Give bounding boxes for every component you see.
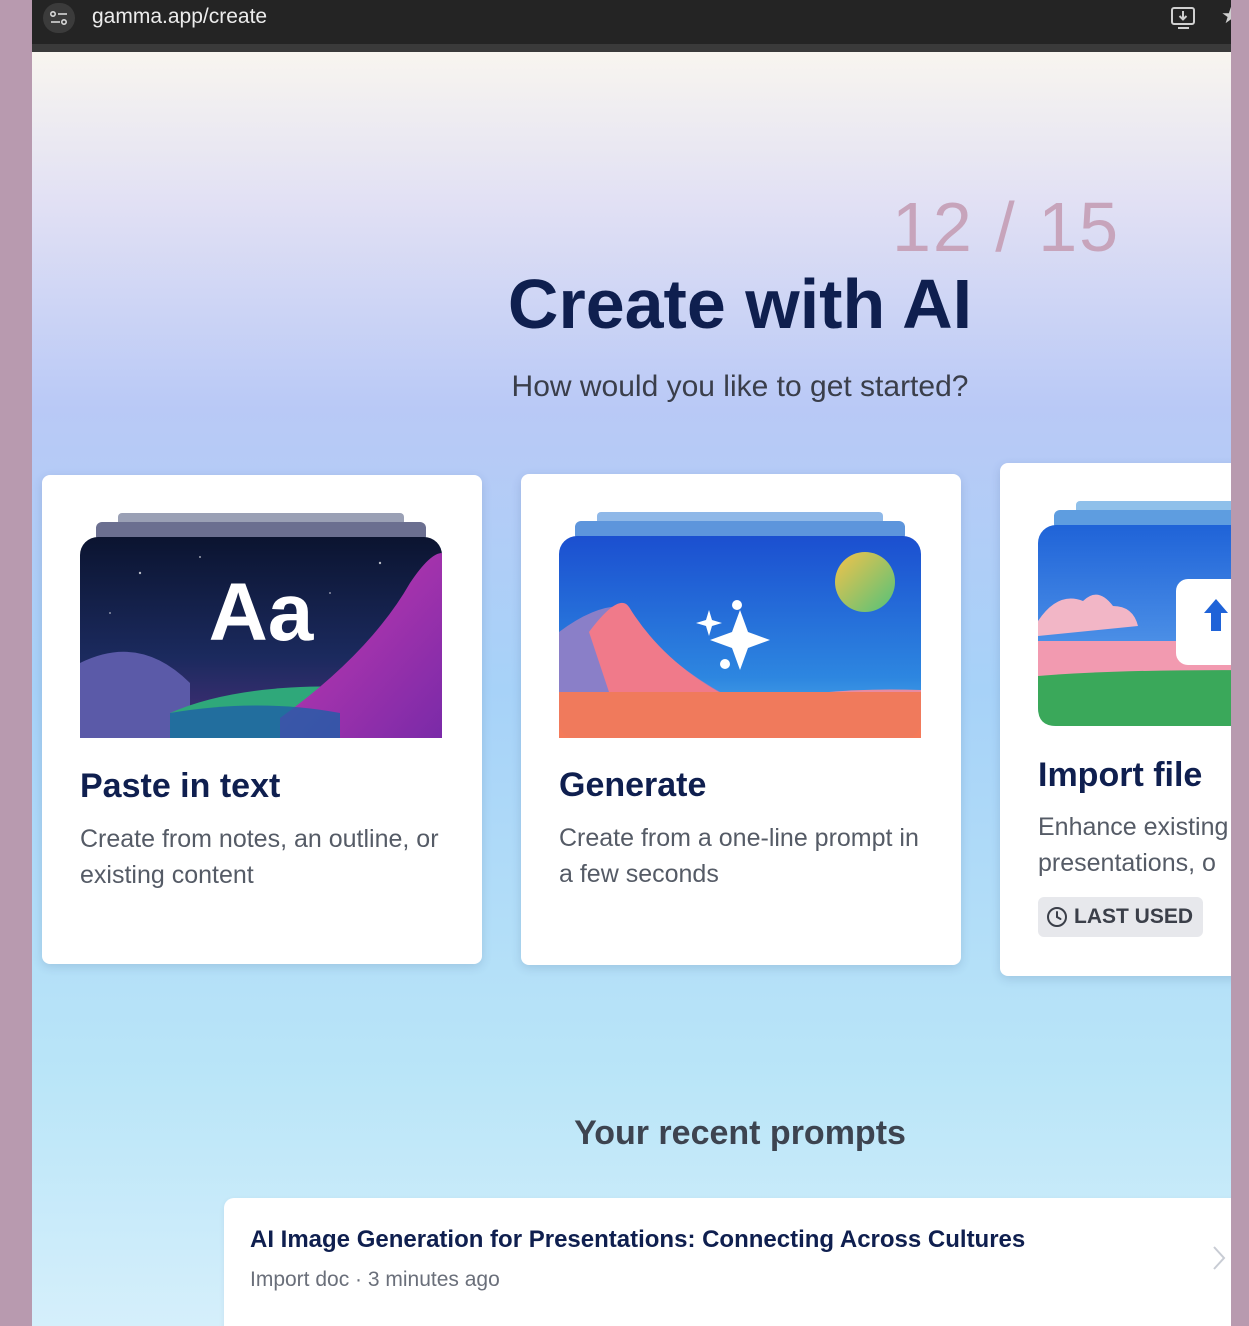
aa-glyph: Aa — [209, 567, 315, 658]
chevron-right-icon — [1213, 1246, 1226, 1270]
description-line: presentations, o — [1038, 849, 1216, 877]
page-subtitle: How would you like to get started? — [511, 370, 969, 403]
card-title: Import file — [1038, 756, 1203, 794]
card-description: Enhance existing presentations, o — [1038, 809, 1231, 881]
card-title: Generate — [559, 766, 707, 804]
description-line: Enhance existing — [1038, 813, 1229, 841]
address-bar-url[interactable]: gamma.app/create — [92, 5, 267, 29]
gamma-create-page: 12 / 15 Create with AI How would you lik… — [32, 52, 1231, 1326]
import-file-illustration — [1038, 501, 1231, 726]
last-used-badge: LAST USED — [1038, 897, 1204, 937]
install-app-icon[interactable] — [1170, 4, 1198, 37]
page-title: Create with AI — [507, 265, 973, 343]
generate-illustration — [559, 512, 921, 738]
site-settings-icon[interactable] — [43, 3, 75, 33]
paste-text-illustration: Aa — [80, 513, 442, 738]
slide-counter: 12 / 15 — [892, 188, 1121, 266]
card-description: Create from a one-line prompt in a few s… — [559, 824, 919, 888]
badge-label: LAST USED — [1074, 905, 1194, 928]
browser-toolbar: gamma.app/create ★ — [32, 0, 1231, 52]
generate-card[interactable]: Generate Create from a one-line prompt i… — [521, 474, 961, 965]
clock-icon — [1047, 907, 1067, 927]
recent-prompts-heading: Your recent prompts — [574, 1114, 906, 1152]
bookmark-star-icon[interactable]: ★ — [1221, 3, 1231, 29]
prompt-meta: Import doc · 3 minutes ago — [250, 1268, 500, 1291]
paste-in-text-card[interactable]: Aa Paste in text Create from notes, an o… — [42, 475, 482, 964]
prompt-title: AI Image Generation for Presentations: C… — [250, 1226, 1026, 1253]
card-description: Create from notes, an outline, or existi… — [80, 825, 439, 889]
card-title: Paste in text — [80, 767, 281, 805]
import-file-card[interactable]: Import file Enhance existing presentation… — [1000, 463, 1231, 976]
recent-prompt-item[interactable]: AI Image Generation for Presentations: C… — [224, 1198, 1231, 1326]
